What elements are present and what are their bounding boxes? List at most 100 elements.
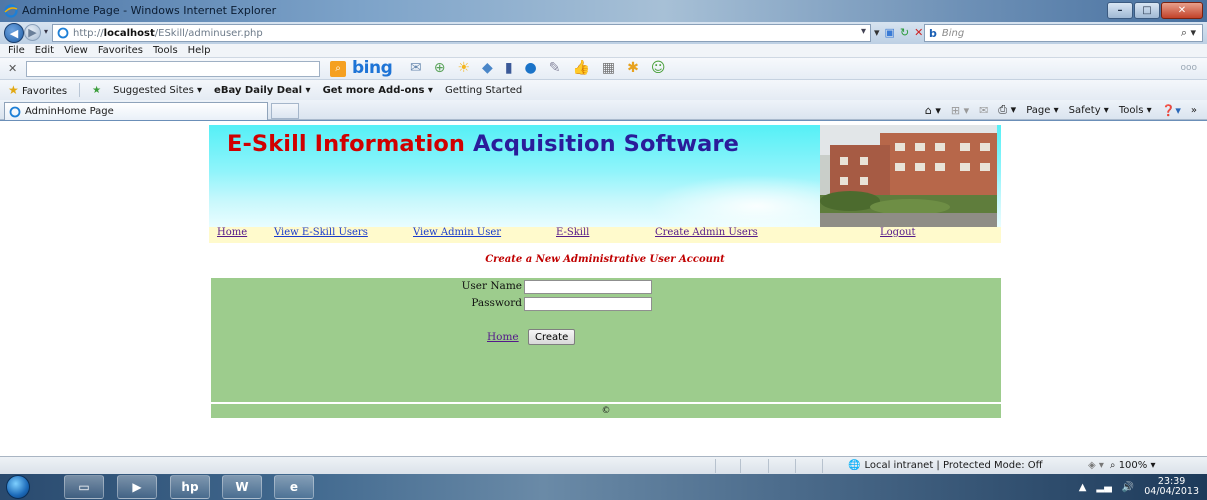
favorite-get-more-addons[interactable]: Get more Add-ons ▾ bbox=[323, 85, 433, 96]
address-controls: ▾ bbox=[861, 26, 866, 37]
help-icon[interactable]: ❓▾ bbox=[1162, 104, 1181, 117]
page-menu[interactable]: Page ▾ bbox=[1026, 105, 1058, 116]
close-toolbar-icon[interactable]: ✕ bbox=[8, 62, 17, 75]
zoom-level[interactable]: ⌕ 100% ▾ bbox=[1110, 460, 1156, 471]
bing-search-icon: b bbox=[929, 26, 937, 40]
highlights-icon[interactable]: ✱ bbox=[627, 60, 639, 76]
search-input[interactable]: b Bing ⌕ ▾ bbox=[924, 24, 1203, 42]
feeds-icon[interactable]: ⊞ ▾ bbox=[951, 104, 969, 117]
address-bar-row: ◀ ▶ ▾ http://localhost/ESkill/adminuser.… bbox=[0, 22, 1207, 44]
minimize-button[interactable]: – bbox=[1107, 2, 1133, 19]
building-photo bbox=[820, 125, 997, 227]
window-title: AdminHome Page - Windows Internet Explor… bbox=[22, 4, 277, 17]
search-icon[interactable]: ⌕ ▾ bbox=[1181, 26, 1196, 40]
facebook-icon[interactable]: ▮ bbox=[505, 60, 513, 76]
internet-explorer-icon bbox=[4, 4, 18, 18]
home-icon[interactable]: ⌂ ▾ bbox=[925, 104, 941, 117]
nav-home-link[interactable]: Home bbox=[217, 227, 247, 238]
page-icon bbox=[57, 27, 69, 39]
compatibility-view-icon[interactable]: ▣ bbox=[885, 26, 895, 39]
separator bbox=[79, 83, 81, 97]
video-icon[interactable]: ▦ bbox=[602, 60, 615, 76]
windows-taskbar: ▭ ▶ hp W e ▲ ▂▄ 🔊 23:39 04/04/2013 bbox=[0, 474, 1207, 500]
status-divider bbox=[740, 459, 741, 473]
toolbar-more[interactable]: ooo bbox=[1180, 63, 1197, 73]
back-button[interactable]: ◀ bbox=[4, 23, 24, 43]
show-hidden-icons-icon[interactable]: ▲ bbox=[1079, 482, 1087, 493]
messenger-icon[interactable]: ◆ bbox=[482, 60, 493, 76]
window-title-bar: AdminHome Page - Windows Internet Explor… bbox=[0, 0, 1207, 22]
create-button[interactable]: Create bbox=[528, 329, 576, 345]
add-to-favorites-icon[interactable]: ★ bbox=[92, 85, 101, 96]
menu-file[interactable]: File bbox=[8, 45, 25, 56]
globe-icon: 🌐 bbox=[848, 460, 861, 471]
tools-menu[interactable]: Tools ▾ bbox=[1119, 105, 1152, 116]
hp-icon[interactable]: ● bbox=[525, 60, 537, 76]
network-icon[interactable]: ▂▄ bbox=[1096, 482, 1111, 493]
volume-icon[interactable]: 🔊 bbox=[1122, 482, 1134, 493]
address-dropdown-arrow-icon[interactable]: ▾ bbox=[874, 26, 880, 39]
maps-icon[interactable]: ⊕ bbox=[434, 60, 446, 76]
read-mail-icon[interactable]: ✉ bbox=[979, 104, 988, 117]
address-input[interactable]: http://localhost/ESkill/adminuser.php ▾ bbox=[52, 24, 871, 42]
stop-icon[interactable]: ✕ bbox=[914, 26, 923, 39]
safety-menu[interactable]: Safety ▾ bbox=[1069, 105, 1109, 116]
create-admin-form: User Name Password Home Create bbox=[211, 278, 1001, 402]
status-divider bbox=[768, 459, 769, 473]
maximize-button[interactable]: □ bbox=[1134, 2, 1160, 19]
new-tab-button[interactable] bbox=[271, 103, 299, 119]
refresh-icon[interactable]: ↻ bbox=[900, 26, 909, 39]
menu-favorites[interactable]: Favorites bbox=[98, 45, 143, 56]
games-icon[interactable]: ✎ bbox=[549, 60, 561, 76]
favorites-bar: ★ Favorites ★ Suggested Sites ▾ eBay Dai… bbox=[0, 80, 1207, 100]
window-controls: – □ ✕ bbox=[1106, 2, 1203, 19]
nav-view-admin-user-link[interactable]: View Admin User bbox=[413, 227, 501, 238]
favorite-getting-started[interactable]: Getting Started bbox=[445, 85, 522, 96]
bing-logo[interactable]: bing bbox=[352, 58, 393, 78]
address-dropdown-icon[interactable]: ▾ bbox=[861, 26, 866, 37]
username-input[interactable] bbox=[524, 280, 652, 294]
nav-eskill-link[interactable]: E-Skill bbox=[556, 227, 589, 238]
media-player-taskbar-icon[interactable]: ▶ bbox=[117, 475, 157, 499]
menu-view[interactable]: View bbox=[64, 45, 88, 56]
status-bar: 🌐 Local intranet | Protected Mode: Off ◈… bbox=[0, 456, 1207, 474]
print-icon[interactable]: ⎙ ▾ bbox=[998, 103, 1016, 117]
chevron-more-icon[interactable]: » bbox=[1191, 105, 1197, 116]
password-input[interactable] bbox=[524, 297, 652, 311]
like-icon[interactable]: 👍 bbox=[572, 60, 589, 76]
clock[interactable]: 23:39 04/04/2013 bbox=[1144, 477, 1199, 497]
internet-explorer-taskbar-icon[interactable]: e bbox=[274, 475, 314, 499]
toolbar-search-input[interactable] bbox=[26, 61, 320, 77]
hp-taskbar-icon[interactable]: hp bbox=[170, 475, 210, 499]
news-icon[interactable]: ✉ bbox=[410, 60, 422, 76]
menu-edit[interactable]: Edit bbox=[35, 45, 54, 56]
messenger-buddies-icon[interactable]: ☺ bbox=[651, 60, 666, 76]
page-heading: Create a New Administrative User Account bbox=[485, 254, 725, 265]
forward-button[interactable]: ▶ bbox=[24, 24, 41, 41]
nav-logout-link[interactable]: Logout bbox=[880, 227, 916, 238]
address-action-buttons: ▾ ▣ ↻ ✕ bbox=[874, 26, 923, 39]
explorer-taskbar-icon[interactable]: ▭ bbox=[64, 475, 104, 499]
command-bar: ⌂ ▾ ⊞ ▾ ✉ ⎙ ▾ Page ▾ Safety ▾ Tools ▾ ❓▾… bbox=[925, 103, 1197, 117]
favorite-ebay-daily-deal[interactable]: eBay Daily Deal ▾ bbox=[214, 85, 311, 96]
close-window-button[interactable]: ✕ bbox=[1161, 2, 1203, 19]
favorites-button[interactable]: ★ Favorites bbox=[8, 83, 67, 97]
tab-adminhome[interactable]: AdminHome Page bbox=[4, 102, 268, 120]
word-taskbar-icon[interactable]: W bbox=[222, 475, 262, 499]
recent-pages-dropdown-icon[interactable]: ▾ bbox=[44, 27, 48, 36]
building-image bbox=[820, 125, 997, 227]
menu-help[interactable]: Help bbox=[188, 45, 211, 56]
menu-tools[interactable]: Tools bbox=[153, 45, 178, 56]
start-button[interactable] bbox=[6, 475, 30, 499]
form-home-link[interactable]: Home bbox=[487, 331, 519, 343]
security-zone[interactable]: 🌐 Local intranet | Protected Mode: Off bbox=[848, 460, 1043, 471]
nav-view-eskill-users-link[interactable]: View E-Skill Users bbox=[274, 227, 368, 238]
weather-icon[interactable]: ☀ bbox=[457, 60, 470, 76]
page-footer: © bbox=[211, 404, 1001, 418]
toolbar-search-button[interactable]: ⌕ bbox=[330, 61, 346, 77]
nav-create-admin-users-link[interactable]: Create Admin Users bbox=[655, 227, 758, 238]
favorite-suggested-sites[interactable]: Suggested Sites ▾ bbox=[113, 85, 202, 96]
system-tray: ▲ ▂▄ 🔊 23:39 04/04/2013 bbox=[1079, 477, 1199, 497]
site-nav: Home View E-Skill Users View Admin User … bbox=[209, 227, 1001, 243]
addons-status-icon[interactable]: ◈ ▾ bbox=[1088, 460, 1104, 471]
